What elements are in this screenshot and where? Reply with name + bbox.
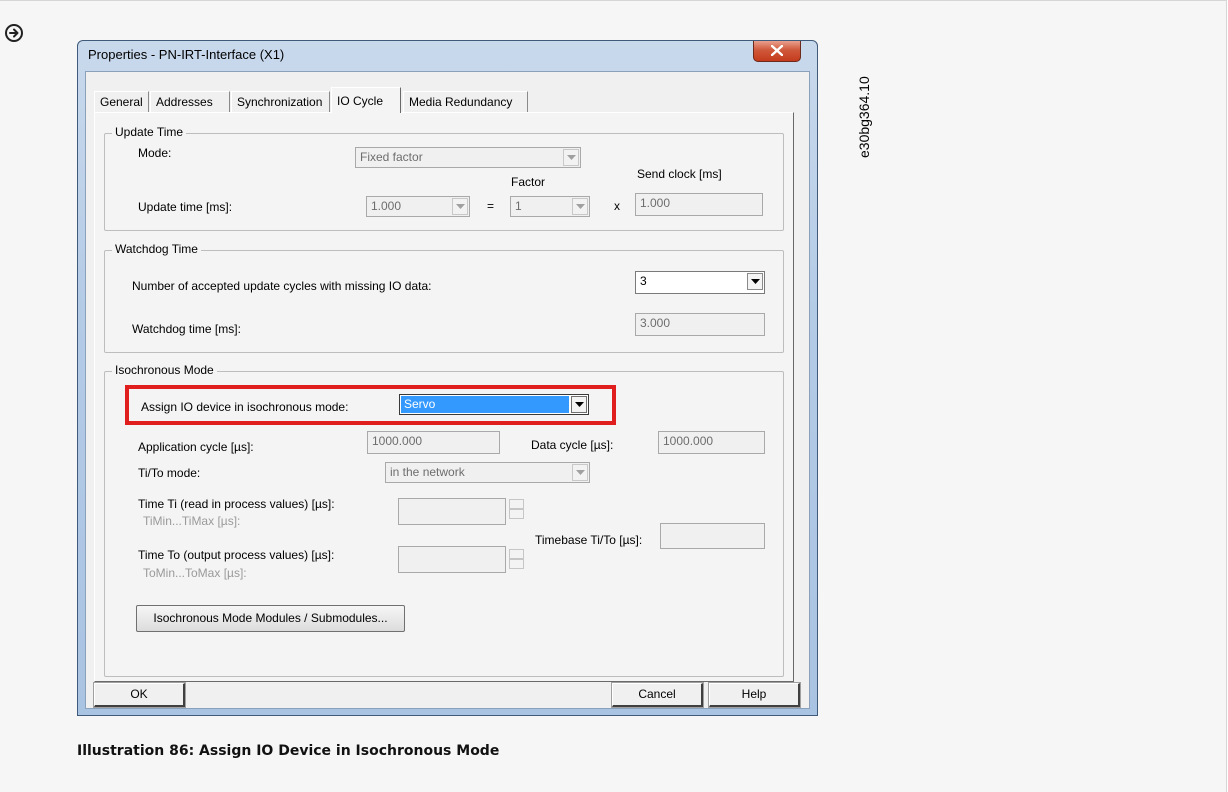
time-ti-field <box>398 498 506 525</box>
update-time-label: Update time [ms]: <box>138 200 233 214</box>
tab-io-cycle[interactable]: IO Cycle <box>331 87 401 113</box>
watchdog-title: Watchdog Time <box>112 242 201 256</box>
figure-caption: Illustration 86: Assign IO Device in Iso… <box>77 743 500 759</box>
tab-synchronization[interactable]: Synchronization <box>231 91 330 112</box>
assign-io-device-value: Servo <box>401 396 569 413</box>
timebase-label: Timebase Ti/To [µs]: <box>535 533 643 547</box>
chevron-down-icon <box>452 198 468 215</box>
time-to-field <box>398 546 506 573</box>
update-time-group: Update Time Mode: Fixed factor Factor Se… <box>104 125 784 231</box>
chevron-down-icon <box>572 198 588 215</box>
close-icon <box>771 45 783 56</box>
data-cycle-field: 1000.000 <box>658 431 765 454</box>
send-clock-field: 1.000 <box>635 193 763 216</box>
assign-io-device-label: Assign IO device in isochronous mode: <box>141 400 349 414</box>
times-sign: x <box>614 199 620 213</box>
tab-media-redundancy[interactable]: Media Redundancy <box>403 91 528 112</box>
factor-label: Factor <box>511 175 546 189</box>
equals-sign: = <box>487 199 495 213</box>
application-cycle-label: Application cycle [µs]: <box>138 440 254 454</box>
mode-label: Mode: <box>138 146 172 160</box>
data-cycle-label: Data cycle [µs]: <box>531 438 614 452</box>
time-ti-label: Time Ti (read in process values) [µs]: <box>138 497 335 511</box>
properties-dialog: Properties - PN-IRT-Interface (X1) Gener… <box>77 40 818 716</box>
update-time-title: Update Time <box>112 125 187 139</box>
send-clock-label: Send clock [ms] <box>637 167 722 181</box>
application-cycle-field: 1000.000 <box>367 431 500 454</box>
window-title: Properties - PN-IRT-Interface (X1) <box>88 47 285 62</box>
isochronous-group: Isochronous Mode Assign IO device in iso… <box>104 363 784 677</box>
isochronous-title: Isochronous Mode <box>112 363 217 377</box>
ti-range-label: TiMin...TiMax [µs]: <box>143 514 241 528</box>
chevron-down-icon <box>563 149 579 166</box>
dialog-client: General Addresses Synchronization IO Cyc… <box>85 71 810 709</box>
io-cycle-panel: Update Time Mode: Fixed factor Factor Se… <box>94 112 794 682</box>
tab-addresses[interactable]: Addresses <box>150 91 230 112</box>
update-time-select: 1.000 <box>366 196 470 217</box>
watchdog-time-field: 3.000 <box>635 313 765 336</box>
isochronous-modules-button[interactable]: Isochronous Mode Modules / Submodules... <box>136 605 405 632</box>
cancel-button[interactable]: Cancel <box>611 682 704 708</box>
chevron-down-icon <box>572 464 588 481</box>
time-ti-spinner <box>509 499 525 519</box>
tab-general[interactable]: General <box>94 91 149 112</box>
timebase-field <box>660 523 765 549</box>
to-range-label: ToMin...ToMax [µs]: <box>143 566 247 580</box>
ti-to-mode-label: Ti/To mode: <box>138 466 201 480</box>
time-to-label: Time To (output process values) [µs]: <box>138 548 335 562</box>
missing-cycles-label: Number of accepted update cycles with mi… <box>132 279 432 293</box>
watchdog-group: Watchdog Time Number of accepted update … <box>104 242 784 353</box>
watchdog-time-label: Watchdog time [ms]: <box>132 322 241 336</box>
factor-select: 1 <box>510 196 590 217</box>
mode-select: Fixed factor <box>355 147 581 168</box>
close-button[interactable] <box>753 41 801 62</box>
missing-cycles-select[interactable]: 3 <box>635 271 765 294</box>
figure-code: e30bg364.10 <box>856 76 872 158</box>
chevron-down-icon[interactable] <box>571 396 587 413</box>
arrow-right-circle-icon <box>5 24 23 42</box>
assign-io-device-select[interactable]: Servo <box>399 394 589 415</box>
chevron-down-icon[interactable] <box>747 273 763 290</box>
ti-to-mode-select: in the network <box>385 462 590 483</box>
help-button[interactable]: Help <box>708 682 801 708</box>
ok-button[interactable]: OK <box>93 682 186 708</box>
time-to-spinner <box>509 549 525 569</box>
